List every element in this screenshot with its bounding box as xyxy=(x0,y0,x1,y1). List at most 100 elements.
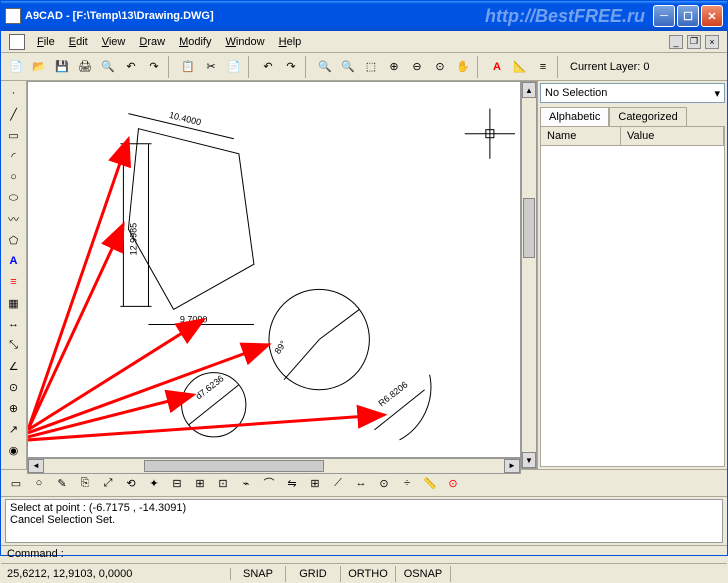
erase-tool[interactable]: ○ xyxy=(28,472,50,494)
circle-tool[interactable]: ○ xyxy=(3,167,25,187)
mirror-tool[interactable]: ⇋ xyxy=(281,472,303,494)
menu-draw[interactable]: Draw xyxy=(133,34,171,50)
menu-window[interactable]: Window xyxy=(219,34,270,50)
mdi-close-button[interactable]: × xyxy=(705,35,719,49)
hatch-tool[interactable]: ▦ xyxy=(3,293,25,313)
statusbar: 25,6212, 12,9103, 0,0000 SNAP GRID ORTHO… xyxy=(1,563,727,583)
menu-modify[interactable]: Modify xyxy=(173,34,217,50)
stretch-tool[interactable]: ↔ xyxy=(350,472,372,494)
command-input[interactable]: Command : xyxy=(1,545,727,563)
osnap-tool[interactable]: ⊙ xyxy=(442,472,464,494)
scroll-right-button[interactable]: ► xyxy=(504,459,520,473)
zoom-window-button[interactable]: ⬚ xyxy=(360,56,382,78)
command-history[interactable]: Select at point : (-6.7175 , -14.3091) C… xyxy=(5,499,723,543)
redo2-button[interactable]: ↷ xyxy=(280,56,302,78)
explode-tool[interactable]: ✦ xyxy=(143,472,165,494)
save-button[interactable]: 💾 xyxy=(51,56,73,78)
tab-alphabetic[interactable]: Alphabetic xyxy=(540,107,609,126)
menu-edit[interactable]: Edit xyxy=(63,34,94,50)
copy-tool[interactable]: ⎘ xyxy=(74,472,96,494)
dim-angle-tool[interactable]: ∠ xyxy=(3,356,25,376)
print-button[interactable]: 🖨 xyxy=(74,56,96,78)
select-tool[interactable]: ▭ xyxy=(5,472,27,494)
polyline-tool[interactable]: 〰 xyxy=(3,209,25,229)
osnap-toggle[interactable]: OSNAP xyxy=(396,566,451,582)
mdi-minimize-button[interactable]: _ xyxy=(669,35,683,49)
find-button[interactable]: 🔍 xyxy=(97,56,119,78)
close-button[interactable]: ✕ xyxy=(701,5,723,27)
zoom-prev-button[interactable]: ⊖ xyxy=(406,56,428,78)
zoom-out-button[interactable]: 🔍 xyxy=(337,56,359,78)
dim-aligned-tool[interactable]: ⤡ xyxy=(3,335,25,355)
scroll-thumb[interactable] xyxy=(523,198,535,258)
zoom-all-button[interactable]: ⊙ xyxy=(429,56,451,78)
align-tool[interactable]: ⊙ xyxy=(373,472,395,494)
scroll-thumb[interactable] xyxy=(144,460,324,472)
extend-tool[interactable]: ⊞ xyxy=(189,472,211,494)
scroll-down-button[interactable]: ▼ xyxy=(522,452,536,468)
paste-button[interactable]: 📄 xyxy=(223,56,245,78)
leader-tool[interactable]: ↗ xyxy=(3,419,25,439)
layer-button[interactable]: ≡ xyxy=(532,56,554,78)
text-tool[interactable]: A xyxy=(3,251,25,271)
titlebar: A9CAD - [F:\Temp\13\Drawing.DWG] http://… xyxy=(1,1,727,31)
grid-toggle[interactable]: GRID xyxy=(286,566,341,582)
undo-button[interactable]: ↶ xyxy=(120,56,142,78)
drawing-canvas[interactable]: 10.4000 12.9985 9.7090 89° d7.6236 xyxy=(27,81,521,458)
text-button[interactable]: A xyxy=(486,56,508,78)
rotate-tool[interactable]: ⟲ xyxy=(120,472,142,494)
dim-linear-tool[interactable]: ↔ xyxy=(3,314,25,334)
line-tool[interactable]: ╱ xyxy=(3,104,25,124)
dim-ord-tool[interactable]: ⊕ xyxy=(3,398,25,418)
arc-tool[interactable]: ◜ xyxy=(3,146,25,166)
pan-button[interactable]: ✋ xyxy=(452,56,474,78)
ellipse-tool[interactable]: ⬭ xyxy=(3,188,25,208)
zoom-in-button[interactable]: 🔍 xyxy=(314,56,336,78)
menu-file[interactable]: File xyxy=(31,34,61,50)
selection-dropdown[interactable]: No Selection ▾ xyxy=(540,83,725,103)
scale-tool[interactable]: ⤢ xyxy=(97,472,119,494)
copy-button[interactable]: 📋 xyxy=(177,56,199,78)
redo-button[interactable]: ↷ xyxy=(143,56,165,78)
block-tool[interactable]: ◉ xyxy=(3,440,25,460)
dim-button[interactable]: 📐 xyxy=(509,56,531,78)
ortho-toggle[interactable]: ORTHO xyxy=(341,566,396,582)
tab-categorized[interactable]: Categorized xyxy=(609,107,686,126)
vertical-scrollbar[interactable]: ▲ ▼ xyxy=(521,81,537,469)
properties-grid[interactable]: Name Value xyxy=(540,126,725,467)
scroll-up-button[interactable]: ▲ xyxy=(522,82,536,98)
trim-tool[interactable]: ⊟ xyxy=(166,472,188,494)
move-tool[interactable]: ✎ xyxy=(51,472,73,494)
undo2-button[interactable]: ↶ xyxy=(257,56,279,78)
col-name[interactable]: Name xyxy=(541,127,621,145)
array-tool[interactable]: ⊞ xyxy=(304,472,326,494)
cut-button[interactable]: ✂ xyxy=(200,56,222,78)
fillet-tool[interactable]: ⌒ xyxy=(258,472,280,494)
minimize-button[interactable]: ─ xyxy=(653,5,675,27)
measure-tool[interactable]: 📏 xyxy=(419,472,441,494)
col-value[interactable]: Value xyxy=(621,127,724,145)
point-tool[interactable]: · xyxy=(3,83,25,103)
dim-label: 12.9985 xyxy=(128,223,138,256)
scroll-left-button[interactable]: ◄ xyxy=(28,459,44,473)
draw-toolbar: · ╱ ▭ ◜ ○ ⬭ 〰 ⬠ A ≡ ▦ ↔ ⤡ ∠ ⊙ ⊕ ↗ ◉ xyxy=(1,81,27,469)
menu-view[interactable]: View xyxy=(96,34,132,50)
dim-label: R6.8206 xyxy=(377,380,410,409)
divide-tool[interactable]: ÷ xyxy=(396,472,418,494)
mtext-tool[interactable]: ≡ xyxy=(3,272,25,292)
dim-label: 10.4000 xyxy=(168,110,202,128)
polygon-tool[interactable]: ⬠ xyxy=(3,230,25,250)
snap-toggle[interactable]: SNAP xyxy=(231,566,286,582)
maximize-button[interactable]: ☐ xyxy=(677,5,699,27)
coordinates: 25,6212, 12,9103, 0,0000 xyxy=(1,568,231,580)
dim-radius-tool[interactable]: ⊙ xyxy=(3,377,25,397)
join-tool[interactable]: ⟋ xyxy=(327,472,349,494)
rect-tool[interactable]: ▭ xyxy=(3,125,25,145)
menu-help[interactable]: Help xyxy=(273,34,308,50)
open-button[interactable]: 📂 xyxy=(28,56,50,78)
offset-tool[interactable]: ⊡ xyxy=(212,472,234,494)
new-button[interactable]: 📄 xyxy=(5,56,27,78)
zoom-extents-button[interactable]: ⊕ xyxy=(383,56,405,78)
break-tool[interactable]: ⌁ xyxy=(235,472,257,494)
mdi-restore-button[interactable]: ❐ xyxy=(687,35,701,49)
